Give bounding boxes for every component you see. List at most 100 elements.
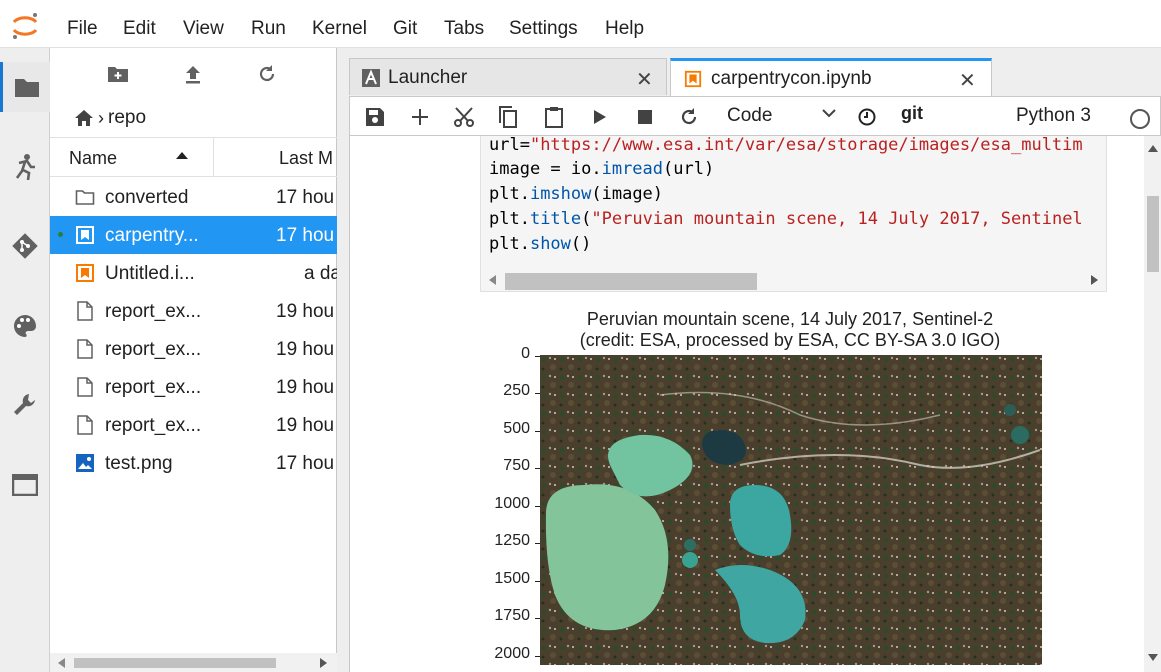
- tabs-tab[interactable]: [0, 460, 50, 510]
- scrollbar-thumb[interactable]: [1147, 196, 1159, 272]
- kernel-name[interactable]: Python 3: [1016, 105, 1091, 127]
- code-line: plt.title("Peruvian mountain scene, 14 J…: [489, 209, 1083, 229]
- menu-settings[interactable]: Settings: [509, 18, 578, 40]
- code-cell[interactable]: url="https://www.esa.int/var/esa/storage…: [480, 136, 1107, 292]
- scroll-left-icon[interactable]: [58, 658, 66, 668]
- new-folder-icon: [108, 67, 128, 82]
- run-button[interactable]: [588, 105, 612, 129]
- git-tab[interactable]: [0, 221, 50, 271]
- restart-button[interactable]: [677, 105, 701, 129]
- cell-type-select[interactable]: Code: [727, 105, 772, 127]
- file-list: converted 17 hou carpentry... 17 hou Unt…: [50, 178, 337, 482]
- scrollbar-thumb[interactable]: [74, 658, 276, 668]
- file-modified: 19 hou: [276, 415, 335, 436]
- new-folder-button[interactable]: [106, 62, 130, 86]
- menu-view[interactable]: View: [183, 18, 224, 40]
- file-icon: [77, 301, 93, 321]
- launcher-icon: [362, 69, 380, 87]
- y-tick-label: 2000: [494, 645, 530, 662]
- list-item[interactable]: report_ex... 19 hou: [50, 292, 337, 330]
- scroll-right-icon[interactable]: [1091, 275, 1099, 285]
- file-name: report_ex...: [105, 415, 202, 436]
- file-name: report_ex...: [105, 339, 202, 360]
- file-name: report_ex...: [105, 377, 202, 398]
- column-divider[interactable]: [213, 138, 214, 176]
- interrupt-button[interactable]: [633, 105, 657, 129]
- code-line: url="https://www.esa.int/var/esa/storage…: [489, 136, 1083, 155]
- menu-kernel[interactable]: Kernel: [312, 18, 367, 40]
- save-button[interactable]: [363, 105, 387, 129]
- main-area: Launcher ✕ carpentrycon.ipynb ✕ Code git…: [337, 48, 1161, 672]
- clipboard-icon: [545, 107, 563, 128]
- satellite-image: [540, 355, 1042, 665]
- copy-icon: [499, 106, 517, 128]
- notebook-toolbar: Code git Python 3: [349, 96, 1161, 136]
- notebook-vertical-scrollbar[interactable]: [1144, 136, 1161, 672]
- file-browser-tab[interactable]: [0, 62, 50, 112]
- breadcrumb-repo[interactable]: repo: [108, 107, 146, 129]
- save-icon: [366, 108, 384, 126]
- refresh-button[interactable]: [255, 62, 279, 86]
- list-item[interactable]: converted 17 hou: [50, 178, 337, 216]
- running-tab[interactable]: [0, 142, 50, 192]
- copy-button[interactable]: [496, 105, 520, 129]
- jupyter-logo-icon[interactable]: [10, 10, 40, 40]
- scrollbar-thumb[interactable]: [505, 273, 757, 290]
- plot-title: Peruvian mountain scene, 14 July 2017, S…: [586, 309, 994, 329]
- y-tick-mark: [535, 468, 540, 469]
- running-indicator: [58, 232, 63, 237]
- file-name: converted: [105, 187, 189, 208]
- file-modified: 19 hou: [276, 339, 335, 360]
- upload-button[interactable]: [181, 62, 205, 86]
- modified-column-header[interactable]: Last M: [279, 148, 333, 169]
- name-column-header[interactable]: Name: [69, 148, 117, 169]
- menu-file[interactable]: File: [67, 18, 98, 40]
- tab-launcher[interactable]: Launcher ✕: [349, 58, 667, 95]
- list-item[interactable]: report_ex... 19 hou: [50, 330, 337, 368]
- chevron-down-icon[interactable]: [822, 108, 836, 118]
- scroll-left-icon[interactable]: [489, 275, 497, 285]
- code-line: plt.show(): [489, 234, 592, 254]
- paste-button[interactable]: [542, 105, 566, 129]
- menu-git[interactable]: Git: [393, 18, 417, 40]
- property-inspector-tab[interactable]: [0, 301, 50, 351]
- file-browser-horizontal-scrollbar[interactable]: [50, 653, 337, 672]
- list-item[interactable]: test.png 17 hou: [50, 444, 337, 482]
- list-item[interactable]: report_ex... 19 hou: [50, 368, 337, 406]
- insert-cell-button[interactable]: [408, 105, 432, 129]
- plus-icon: [412, 109, 428, 125]
- notebook-icon: [684, 70, 702, 88]
- close-icon[interactable]: ✕: [636, 67, 653, 92]
- home-icon[interactable]: [74, 109, 94, 127]
- running-icon: [15, 154, 35, 180]
- cut-button[interactable]: [452, 105, 476, 129]
- menu-help[interactable]: Help: [605, 18, 644, 40]
- y-tick-label: 0: [521, 345, 530, 362]
- code-horizontal-scrollbar[interactable]: [481, 269, 1106, 291]
- menu-tabs[interactable]: Tabs: [444, 18, 484, 40]
- list-item[interactable]: report_ex... 19 hou: [50, 406, 337, 444]
- scroll-up-icon[interactable]: [1148, 144, 1158, 152]
- play-icon: [594, 110, 606, 124]
- y-tick-mark: [535, 393, 540, 394]
- list-item[interactable]: Untitled.i... a da: [50, 254, 337, 292]
- tab-notebook[interactable]: carpentrycon.ipynb ✕: [670, 58, 992, 96]
- y-tick-label: 1500: [494, 570, 530, 587]
- file-modified: 17 hou: [276, 453, 335, 474]
- cell-output: Peruvian mountain scene, 14 July 2017, S…: [480, 298, 1120, 672]
- plot-subtitle: (credit: ESA, processed by ESA, CC BY-SA…: [579, 330, 1001, 350]
- list-item[interactable]: carpentry... 17 hou: [50, 216, 337, 254]
- file-modified: 17 hou: [276, 225, 335, 246]
- scroll-right-icon[interactable]: [320, 658, 328, 668]
- scroll-down-icon[interactable]: [1148, 654, 1158, 662]
- menu-edit[interactable]: Edit: [123, 18, 156, 40]
- git-icon: [12, 233, 38, 259]
- menu-run[interactable]: Run: [251, 18, 286, 40]
- refresh-icon: [681, 108, 697, 125]
- breadcrumb-separator: ›: [98, 107, 104, 128]
- clock-button[interactable]: [855, 105, 879, 129]
- extension-manager-tab[interactable]: [0, 380, 50, 430]
- close-icon[interactable]: ✕: [959, 68, 976, 93]
- activity-bar: [0, 48, 50, 672]
- git-button[interactable]: git: [901, 103, 923, 124]
